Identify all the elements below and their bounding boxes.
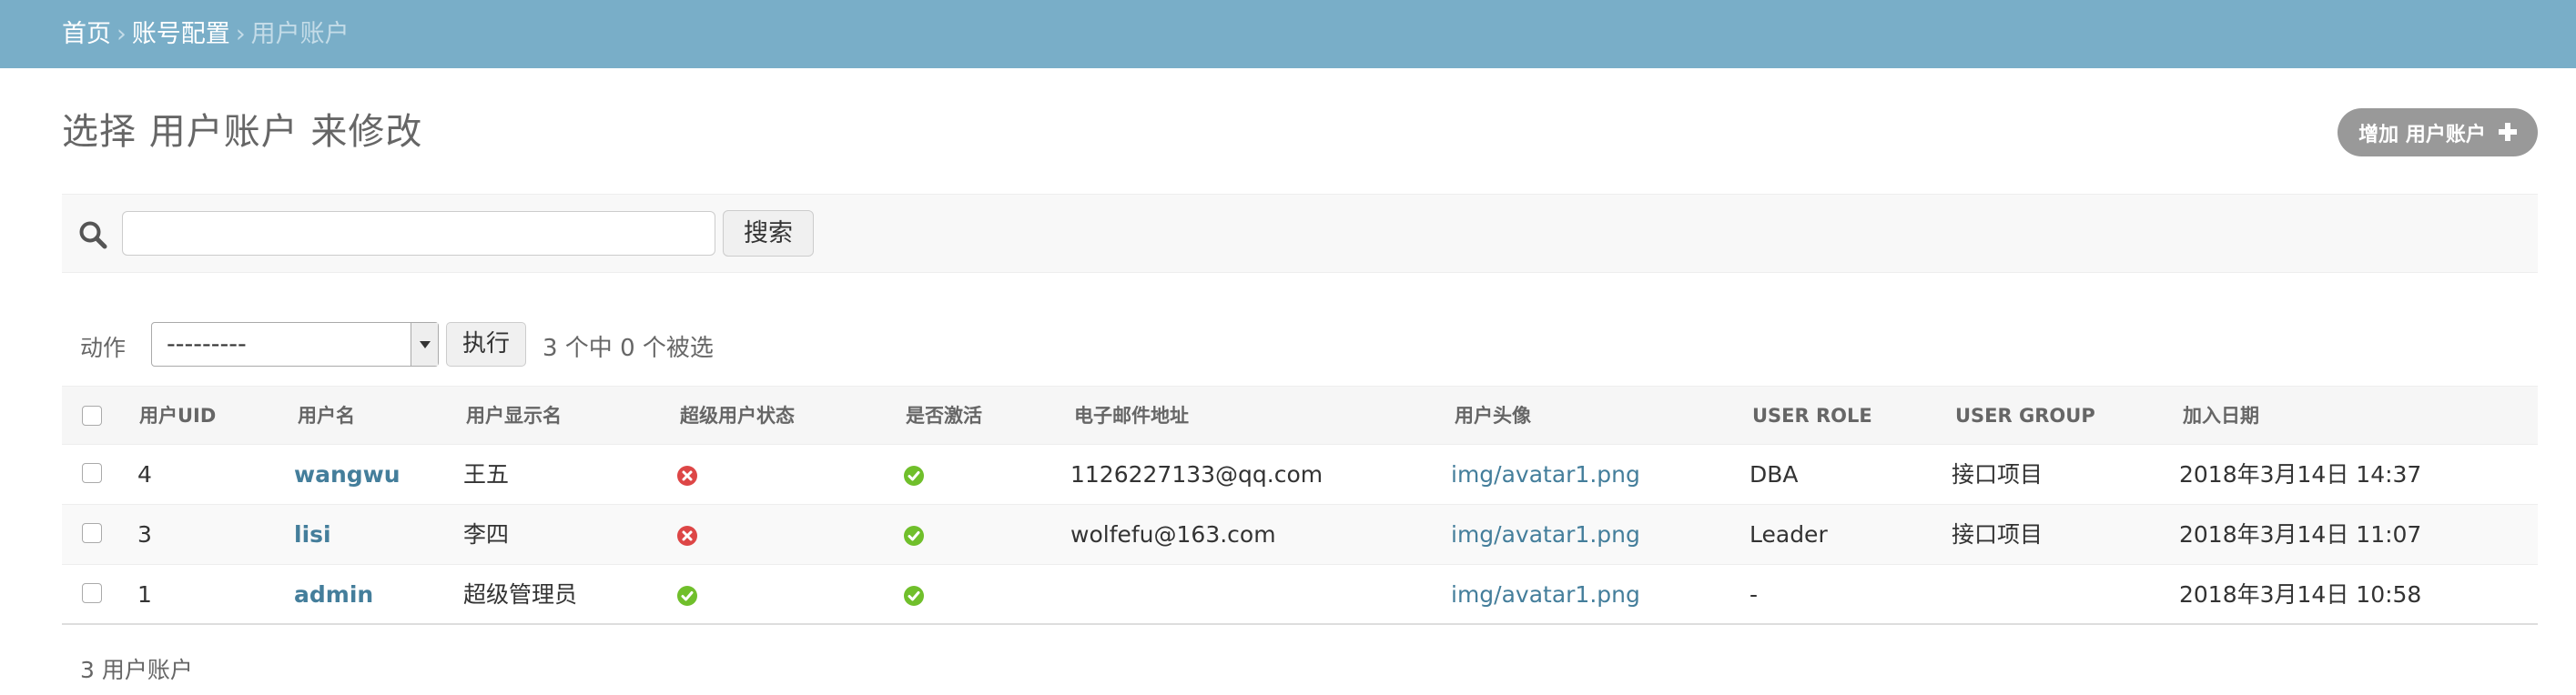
add-button-label: 增加 用户账户 — [2358, 123, 2486, 146]
cell-joined: 2018年3月14日 14:37 — [2179, 461, 2422, 488]
search-input[interactable] — [122, 211, 715, 256]
x-circle-icon — [677, 526, 697, 546]
row-checkbox[interactable] — [82, 463, 102, 483]
table-row: 1 admin 超级管理员 img/avatar1.png - 2018年3月1… — [62, 565, 2538, 625]
cell-group: 接口项目 — [1952, 461, 2044, 488]
column-header-email[interactable]: 电子邮件地址 — [1074, 387, 1189, 445]
add-user-account-button[interactable]: 增加 用户账户 — [2338, 108, 2538, 156]
cell-uid: 3 — [137, 521, 152, 548]
check-circle-icon — [904, 526, 924, 546]
chevron-down-icon — [411, 323, 438, 366]
cell-username-link[interactable]: lisi — [294, 505, 331, 564]
table-row: 4 wangwu 王五 1126227133@qq.com img/avatar… — [62, 445, 2538, 505]
cell-display-name: 李四 — [463, 521, 510, 548]
plus-icon — [2498, 119, 2517, 146]
cell-avatar-link[interactable]: img/avatar1.png — [1451, 445, 1640, 504]
breadcrumb-current: 用户账户 — [250, 20, 350, 48]
cell-joined: 2018年3月14日 11:07 — [2179, 521, 2422, 548]
column-header-uid[interactable]: 用户UID — [139, 387, 216, 445]
cell-email: 1126227133@qq.com — [1070, 461, 1323, 488]
search-toolbar: 搜索 — [62, 194, 2538, 273]
column-header-avatar[interactable]: 用户头像 — [1455, 387, 1531, 445]
breadcrumb-separator: › — [117, 20, 127, 48]
results-table: 用户UID 用户名 用户显示名 超级用户状态 是否激活 电子邮件地址 用户头像 … — [62, 386, 2538, 625]
check-circle-icon — [677, 586, 697, 606]
cell-username-link[interactable]: admin — [294, 565, 373, 624]
column-header-joined[interactable]: 加入日期 — [2183, 387, 2259, 445]
cell-display-name: 超级管理员 — [463, 581, 578, 608]
search-icon — [78, 220, 107, 249]
cell-role: Leader — [1749, 521, 1828, 548]
cell-avatar-link[interactable]: img/avatar1.png — [1451, 505, 1640, 564]
search-button[interactable]: 搜索 — [723, 210, 814, 257]
breadcrumb-separator: › — [235, 20, 246, 48]
cell-email: wolfefu@163.com — [1070, 521, 1276, 548]
selection-counter: 3 个中 0 个被选 — [543, 335, 714, 362]
select-all-checkbox[interactable] — [82, 406, 102, 426]
column-header-active[interactable]: 是否激活 — [906, 387, 982, 445]
column-header-group[interactable]: USER GROUP — [1955, 387, 2095, 445]
check-circle-icon — [904, 586, 924, 606]
table-header: 用户UID 用户名 用户显示名 超级用户状态 是否激活 电子邮件地址 用户头像 … — [62, 386, 2538, 445]
breadcrumb-section-link[interactable]: 账号配置 — [132, 20, 230, 48]
cell-display-name: 王五 — [463, 461, 510, 488]
actions-label: 动作 — [80, 335, 127, 361]
cell-role: - — [1749, 581, 1759, 608]
result-count: 3 用户账户 — [80, 657, 193, 683]
cell-uid: 4 — [137, 461, 152, 488]
breadcrumb-home-link[interactable]: 首页 — [62, 20, 111, 48]
action-select[interactable]: --------- — [151, 322, 439, 367]
cell-role: DBA — [1749, 461, 1799, 488]
x-circle-icon — [677, 466, 697, 486]
cell-uid: 1 — [137, 581, 152, 608]
actions-bar: 动作 --------- 执行 3 个中 0 个被选 — [62, 320, 2538, 368]
cell-avatar-link[interactable]: img/avatar1.png — [1451, 565, 1640, 624]
column-header-role[interactable]: USER ROLE — [1752, 387, 1872, 445]
cell-username-link[interactable]: wangwu — [294, 445, 401, 504]
row-checkbox[interactable] — [82, 583, 102, 603]
column-header-superuser[interactable]: 超级用户状态 — [680, 387, 795, 445]
row-checkbox[interactable] — [82, 523, 102, 543]
column-header-username[interactable]: 用户名 — [298, 387, 355, 445]
breadcrumb: 首页 › 账号配置 › 用户账户 — [0, 0, 2576, 68]
page-title: 选择 用户账户 来修改 — [62, 111, 423, 153]
column-header-display-name[interactable]: 用户显示名 — [466, 387, 562, 445]
cell-joined: 2018年3月14日 10:58 — [2179, 581, 2422, 608]
table-row: 3 lisi 李四 wolfefu@163.com img/avatar1.pn… — [62, 505, 2538, 565]
run-action-button[interactable]: 执行 — [446, 322, 526, 367]
action-select-value: --------- — [167, 330, 247, 358]
cell-group: 接口项目 — [1952, 521, 2044, 548]
check-circle-icon — [904, 466, 924, 486]
